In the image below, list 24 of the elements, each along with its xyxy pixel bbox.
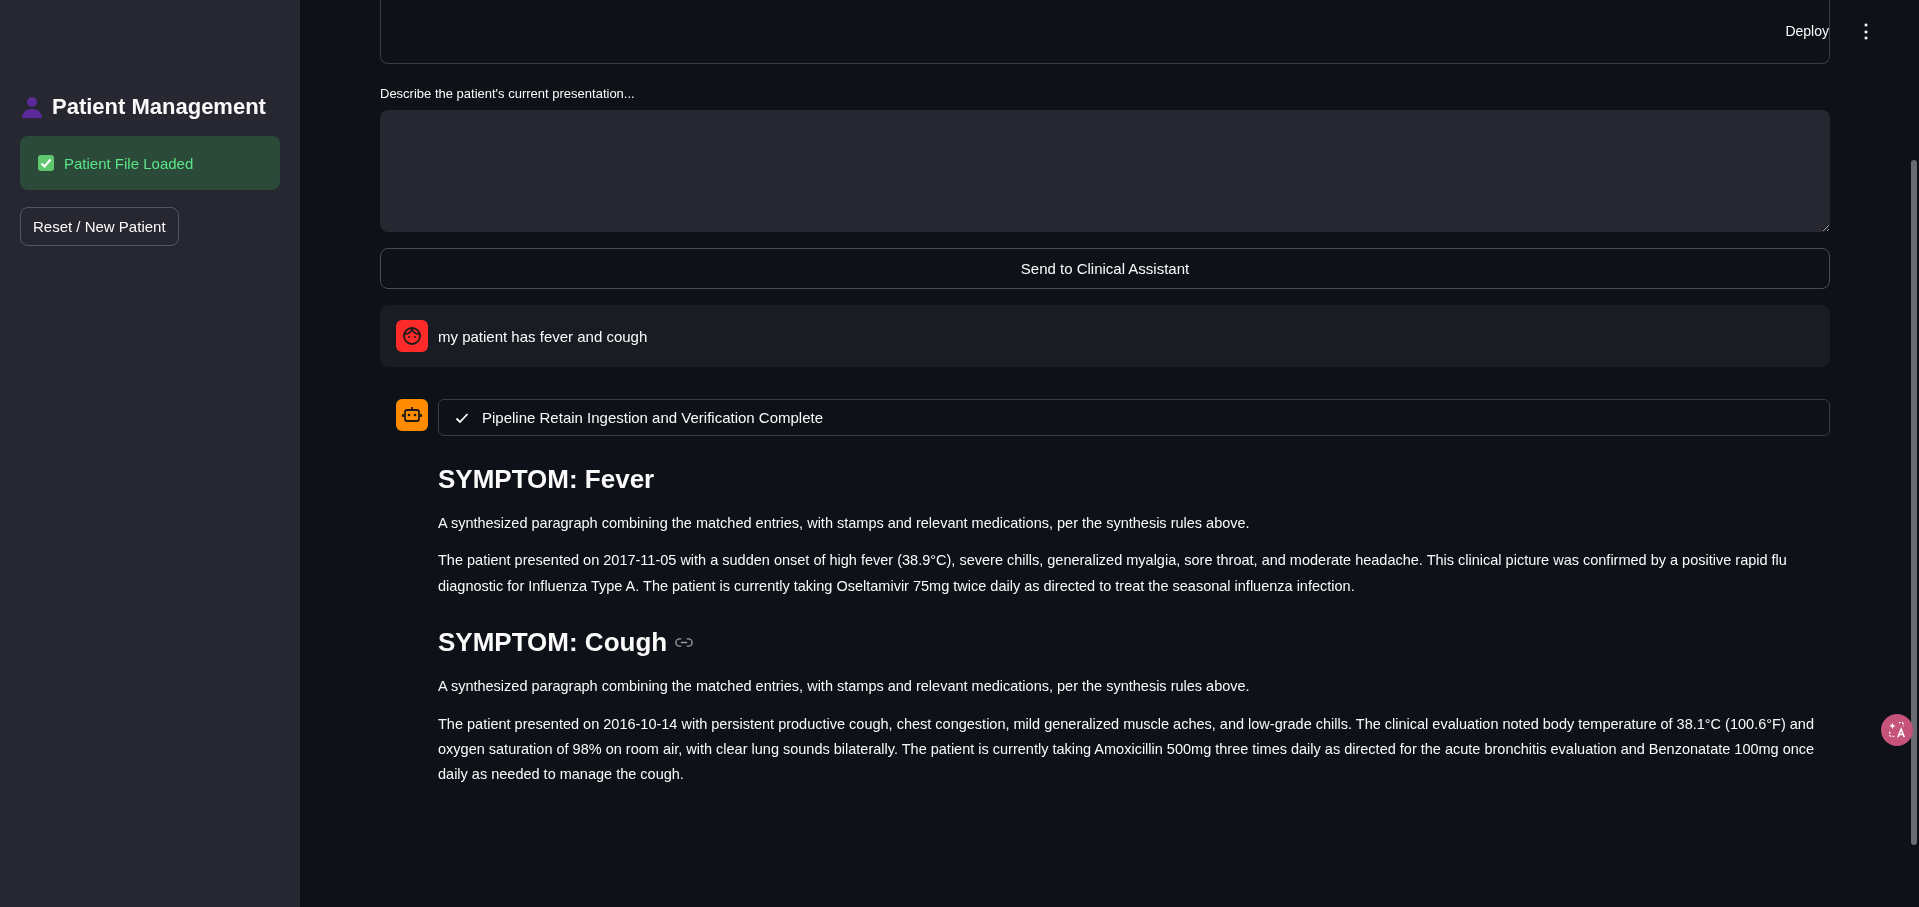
paragraph: A synthesized paragraph combining the matched entries, with stamps and relevant medications, per the synthesis rules above. xyxy=(438,677,1251,697)
status-expander[interactable]: Pipeline Retain Ingestion and Verification Complete xyxy=(438,399,1830,436)
user-avatar-icon xyxy=(396,320,428,352)
paragraph: The patient presented on 2017-11-05 with a sudden onset of high fever (38.9°C), severe chills, generalized myalgia, sore throat, and moderate headache. This clinical picture was confirmed by a positive rapid flu diagnostic for Influenza Type A. The patient is currently taking Oseltamivir 75mg twice daily as directed to treat the seasonal influenza infection. xyxy=(438,551,1788,596)
deploy-button[interactable]: Deploy xyxy=(1781,19,1833,43)
presentation-field[interactable] xyxy=(380,110,1830,232)
translate-icon[interactable] xyxy=(1881,714,1913,746)
link-icon[interactable] xyxy=(675,637,694,649)
sidebar-title: Patient Management xyxy=(52,94,266,120)
message-text: my patient has fever and cough xyxy=(438,327,648,345)
menu-button[interactable]: ⋮ xyxy=(1853,16,1879,46)
paragraph: A synthesized paragraph combining the matched entries, with stamps and relevant medications, per the synthesis rules above. xyxy=(438,514,1251,533)
check-icon xyxy=(37,154,55,172)
robot-avatar-icon xyxy=(396,399,428,431)
paragraph: The patient presented on 2016-10-14 with persistent productive cough, chest congestion, mild generalized muscle aches, and low-grade chills. The clinical evaluation noted body temperature of 38.1°C (100.6°F) and oxygen saturation of 98% on room air, with clear lung sounds bilaterally. The patient is currently taking Amoxicillin 500mg three times daily as directed for the acute bronchitis evaluation and Benzonatate 100mg once daily as needed to manage the cough. xyxy=(438,714,1816,785)
send-button[interactable]: Send to Clinical Assistant xyxy=(380,248,1830,289)
input-field[interactable] xyxy=(380,0,1830,64)
field-label: Describe the patient's current presentation... xyxy=(380,86,636,101)
scrollbar-thumb[interactable] xyxy=(1911,160,1917,845)
section-heading: SYMPTOM: Fever xyxy=(438,464,655,495)
section-heading: SYMPTOM: Cough xyxy=(438,627,668,659)
person-icon xyxy=(20,95,44,119)
status-text: Patient File Loaded xyxy=(64,154,194,172)
reset-button[interactable]: Reset / New Patient xyxy=(20,207,179,246)
